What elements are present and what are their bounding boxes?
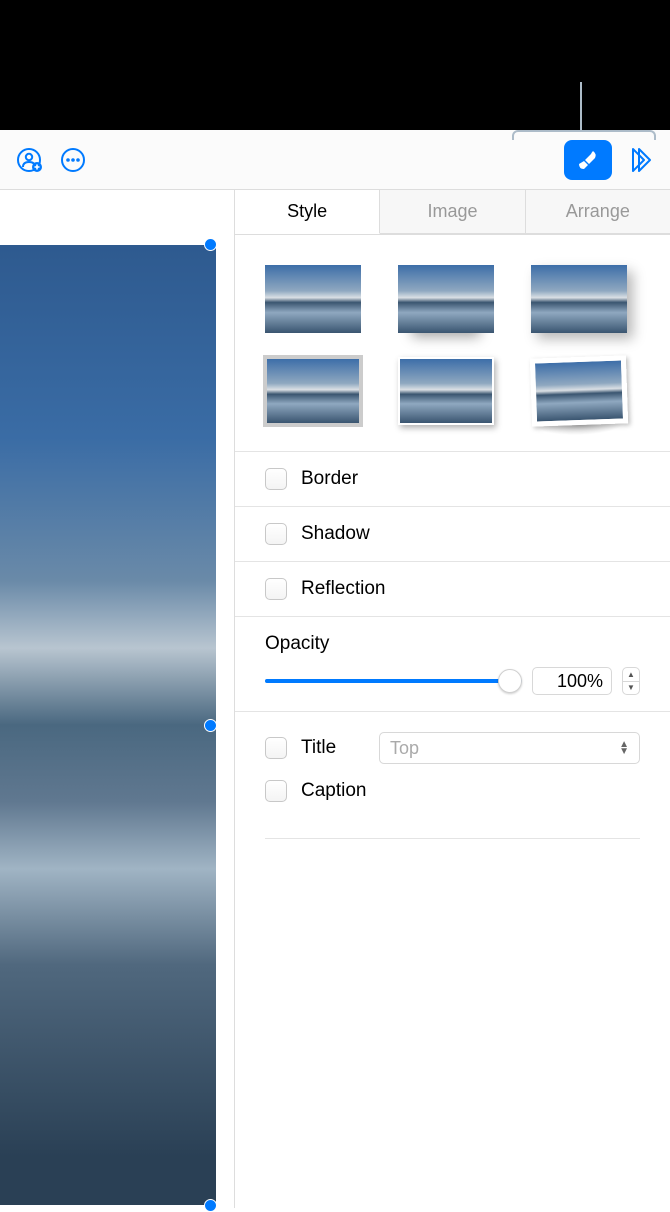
format-button[interactable] xyxy=(564,140,612,180)
opacity-step-up[interactable]: ▲ xyxy=(623,668,639,682)
style-preset-border-dark[interactable] xyxy=(265,357,361,425)
selection-handle-mid[interactable] xyxy=(204,719,217,732)
tab-arrange[interactable]: Arrange xyxy=(526,190,670,234)
title-position-value: Top xyxy=(390,738,419,759)
title-checkbox[interactable] xyxy=(265,737,287,759)
callout-bracket xyxy=(512,130,656,140)
style-preset-reflection[interactable] xyxy=(398,265,494,333)
tab-image[interactable]: Image xyxy=(380,190,525,234)
shadow-checkbox[interactable] xyxy=(265,523,287,545)
animate-button[interactable] xyxy=(622,146,654,174)
chevron-updown-icon: ▲▼ xyxy=(619,741,629,755)
more-icon xyxy=(60,147,86,173)
shadow-label: Shadow xyxy=(301,523,370,545)
opacity-slider-knob[interactable] xyxy=(498,669,522,693)
tab-style[interactable]: Style xyxy=(235,190,380,234)
style-preset-shadow[interactable] xyxy=(531,265,627,333)
opacity-stepper[interactable]: ▲ ▼ xyxy=(622,667,640,695)
selection-handle-top[interactable] xyxy=(204,238,217,251)
border-label: Border xyxy=(301,468,358,490)
divider xyxy=(265,838,640,839)
caption-checkbox[interactable] xyxy=(265,780,287,802)
opacity-label: Opacity xyxy=(265,633,640,655)
title-position-select[interactable]: Top ▲▼ xyxy=(379,732,640,764)
title-label: Title xyxy=(301,737,365,759)
style-preset-none[interactable] xyxy=(265,265,361,333)
more-button[interactable] xyxy=(60,147,86,173)
caption-label: Caption xyxy=(301,780,367,802)
border-checkbox[interactable] xyxy=(265,468,287,490)
opacity-step-down[interactable]: ▼ xyxy=(623,682,639,695)
reflection-checkbox[interactable] xyxy=(265,578,287,600)
opacity-input[interactable] xyxy=(532,667,612,695)
style-presets xyxy=(235,235,670,451)
callout-line xyxy=(580,82,582,130)
animate-icon xyxy=(622,146,654,174)
format-brush-icon xyxy=(575,147,601,173)
app-blackspace xyxy=(0,0,670,130)
selected-image[interactable] xyxy=(0,245,216,1205)
selection-handle-bot[interactable] xyxy=(204,1199,217,1212)
inspector-panel: Style Image Arrange Border Shadow xyxy=(235,190,670,1208)
collaborate-icon xyxy=(16,147,42,173)
inspector-tabs: Style Image Arrange xyxy=(235,190,670,235)
collaborate-button[interactable] xyxy=(16,147,42,173)
style-preset-polaroid[interactable] xyxy=(530,355,628,426)
canvas-area[interactable] xyxy=(0,190,235,1208)
style-preset-border-white[interactable] xyxy=(398,357,494,425)
reflection-label: Reflection xyxy=(301,578,386,600)
opacity-slider[interactable] xyxy=(265,669,522,693)
